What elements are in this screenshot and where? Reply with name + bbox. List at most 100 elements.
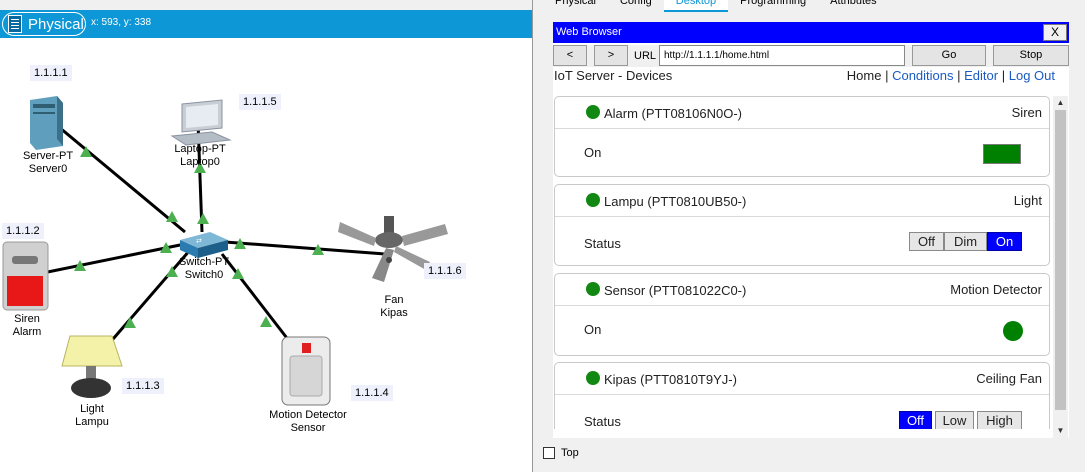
ip-label-laptop: 1.1.1.5 (239, 94, 281, 110)
device-type-label: Server-PT (22, 150, 74, 162)
top-checkbox[interactable] (543, 447, 555, 459)
status-dot-icon (586, 193, 600, 207)
url-label: URL (634, 50, 657, 62)
topology-workspace[interactable]: Physical x: 593, y: 338 ⇄ 1.1.1.1 Server… (0, 0, 532, 472)
device-label-server[interactable]: Server-PT Server0 (16, 150, 80, 176)
ip-label-sensor: 1.1.1.4 (351, 385, 393, 401)
device-label-siren[interactable]: Siren Alarm (0, 313, 54, 339)
device-type-label: Motion Detector (269, 409, 347, 421)
browser-title-bar: Web Browser X (553, 22, 1069, 43)
device-name-label: Kipas (380, 307, 408, 319)
device-label-fan[interactable]: Fan Kipas (362, 294, 426, 320)
device-property: Status (584, 414, 621, 429)
device-label-sensor[interactable]: Motion Detector Sensor (258, 409, 358, 435)
light-off-button[interactable]: Off (909, 232, 944, 251)
top-option[interactable]: Top (543, 447, 579, 459)
tab-physical[interactable]: Physical (543, 0, 608, 10)
device-name: Alarm (PTT08106N0O-) (604, 106, 742, 121)
cable-switch-fan (224, 240, 386, 256)
device-property: Status (584, 236, 621, 251)
device-card-header[interactable]: Sensor (PTT081022C0-) Motion Detector (555, 274, 1049, 306)
iot-device-list: Alarm (PTT08106N0O-) Siren On Lampu (PTT… (554, 96, 1051, 429)
link-editor[interactable]: Editor (964, 68, 998, 83)
device-card-header[interactable]: Alarm (PTT08106N0O-) Siren (555, 97, 1049, 129)
device-type: Motion Detector (950, 282, 1042, 297)
ip-label-light: 1.1.1.3 (122, 378, 164, 394)
siren-icon (2, 241, 49, 311)
device-config-panel: Physical Config Desktop Programming Attr… (532, 0, 1085, 472)
tab-config[interactable]: Config (608, 0, 664, 10)
device-name: Lampu (PTT0810UB50-) (604, 194, 747, 209)
device-name-label: Server0 (28, 163, 68, 175)
fan-low-button[interactable]: Low (935, 411, 974, 429)
topology-canvas: ⇄ (2, 96, 448, 406)
tab-programming[interactable]: Programming (728, 0, 818, 10)
device-card-lampu[interactable]: Lampu (PTT0810UB50-) Light Status Off Di… (554, 184, 1050, 266)
device-label-laptop[interactable]: Laptop-PT Laptop0 (166, 143, 234, 169)
device-property: On (584, 145, 602, 160)
device-type: Ceiling Fan (976, 371, 1042, 386)
laptop-icon (170, 99, 232, 146)
svg-text:⇄: ⇄ (196, 238, 202, 245)
device-name: Kipas (PTT0810T9YJ-) (604, 372, 737, 387)
page-scrollbar[interactable]: ▲ ▼ (1053, 96, 1068, 438)
device-type-label: Light (80, 403, 104, 415)
device-card-header[interactable]: Kipas (PTT0810T9YJ-) Ceiling Fan (555, 363, 1049, 395)
close-button[interactable]: X (1043, 24, 1067, 41)
tab-attributes[interactable]: Attributes (818, 0, 888, 10)
status-dot-icon (586, 282, 600, 296)
url-input[interactable] (659, 45, 905, 66)
browser-title: Web Browser (556, 26, 622, 38)
link-home[interactable]: Home (847, 68, 882, 83)
alarm-indicator (983, 144, 1021, 164)
device-label-switch[interactable]: Switch-PT Switch0 (172, 256, 236, 282)
device-card-kipas[interactable]: Kipas (PTT0810T9YJ-) Ceiling Fan Status … (554, 362, 1050, 429)
back-button[interactable]: < (553, 45, 587, 66)
link-separator: | (1001, 68, 1009, 83)
page-nav-links: Home | Conditions | Editor | Log Out (847, 68, 1055, 83)
device-type-label: Laptop-PT (174, 143, 226, 155)
ip-label-server: 1.1.1.1 (30, 65, 72, 81)
device-type-label: Siren (14, 313, 40, 325)
status-dot-icon (586, 371, 600, 385)
device-name-label: Laptop0 (180, 156, 220, 168)
top-checkbox-label: Top (561, 447, 579, 459)
stop-button[interactable]: Stop (993, 45, 1069, 66)
device-type: Siren (1011, 105, 1042, 120)
motion-sensor-icon (281, 336, 331, 406)
link-conditions[interactable]: Conditions (892, 68, 953, 83)
tab-desktop[interactable]: Desktop (663, 0, 729, 12)
device-name-label: Lampu (75, 416, 109, 428)
device-name: Sensor (PTT081022C0-) (604, 283, 747, 298)
scrollbar-thumb[interactable] (1055, 110, 1066, 410)
scroll-up-icon[interactable]: ▲ (1053, 96, 1068, 110)
ip-label-siren: 1.1.1.2 (2, 223, 44, 239)
web-browser-window: Web Browser X < > URL Go Stop IoT Server… (553, 22, 1069, 438)
browser-page-content: IoT Server - Devices Home | Conditions |… (553, 68, 1069, 438)
link-light (197, 213, 209, 224)
device-name-label: Sensor (290, 422, 326, 434)
go-button[interactable]: Go (912, 45, 986, 66)
ip-label-fan: 1.1.1.6 (424, 263, 466, 279)
status-dot-icon (586, 105, 600, 119)
panel-tabs: Physical Config Desktop Programming Attr… (543, 0, 889, 12)
sensor-indicator-dot (1003, 321, 1023, 341)
browser-nav-bar: < > URL Go Stop (553, 45, 1069, 67)
fan-high-button[interactable]: High (977, 411, 1022, 429)
device-card-alarm[interactable]: Alarm (PTT08106N0O-) Siren On (554, 96, 1050, 177)
forward-button[interactable]: > (594, 45, 628, 66)
light-dim-button[interactable]: Dim (944, 232, 987, 251)
table-lamp-icon (61, 335, 123, 398)
cable-switch-siren (27, 242, 186, 278)
fan-off-button[interactable]: Off (899, 411, 932, 429)
device-label-light[interactable]: Light Lampu (62, 403, 122, 429)
device-card-sensor[interactable]: Sensor (PTT081022C0-) Motion Detector On (554, 273, 1050, 356)
device-name-label: Switch0 (184, 269, 224, 281)
light-on-button[interactable]: On (987, 232, 1022, 251)
scroll-down-icon[interactable]: ▼ (1053, 424, 1068, 438)
page-title: IoT Server - Devices (554, 68, 673, 83)
link-logout[interactable]: Log Out (1009, 68, 1055, 83)
device-card-header[interactable]: Lampu (PTT0810UB50-) Light (555, 185, 1049, 217)
device-type-label: Switch-PT (178, 256, 230, 268)
server-icon (30, 96, 63, 150)
